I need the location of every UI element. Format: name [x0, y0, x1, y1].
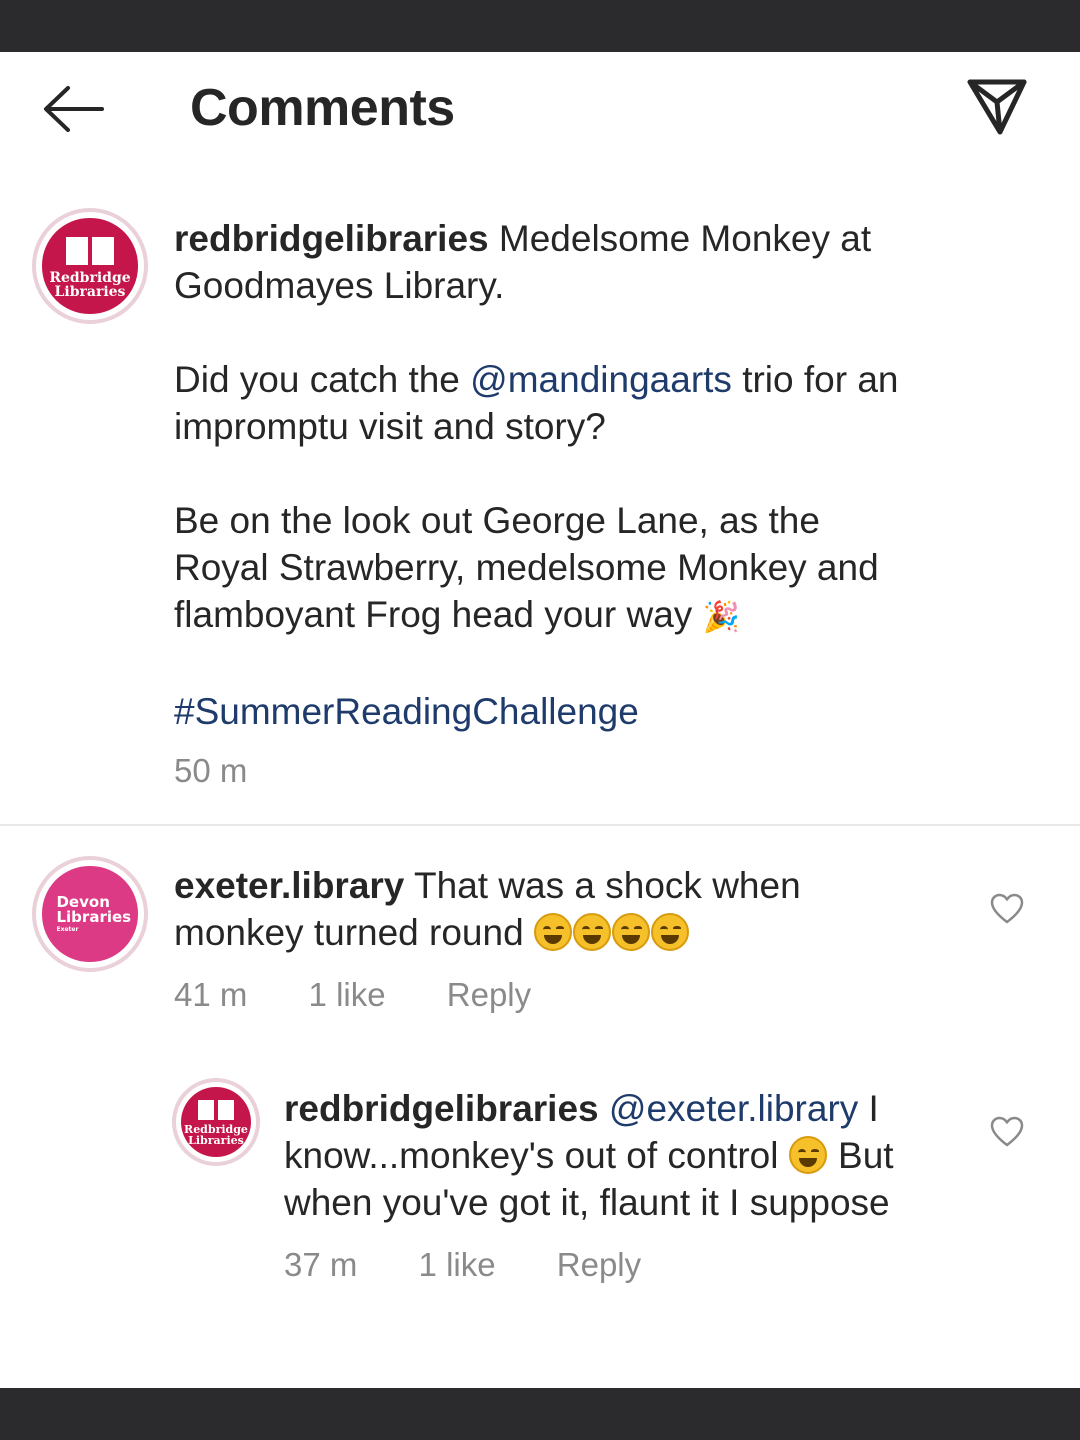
comment-text: exeter.library That was a shock when mon… — [174, 862, 954, 956]
timestamp: 41 m — [174, 976, 248, 1013]
caption-line: Goodmayes Library. — [174, 265, 505, 306]
comment-line: monkey turned round — [174, 912, 524, 953]
page-title: Comments — [190, 79, 455, 137]
laughing-face-icon — [788, 1136, 827, 1174]
grinning-face-icon — [572, 913, 611, 951]
mention-link[interactable]: @exeter.library — [609, 1088, 858, 1129]
username[interactable]: exeter.library — [174, 865, 404, 906]
timestamp: 50 m — [174, 752, 248, 789]
grinning-face-icon — [650, 913, 689, 951]
avatar[interactable]: Redbridge Libraries — [32, 208, 148, 324]
comment-line: But — [838, 1135, 894, 1176]
comment-line: when you've got it, flaunt it I suppose — [284, 1182, 890, 1223]
status-bar — [0, 0, 1080, 52]
comment-text: redbridgelibraries @exeter.library I kno… — [284, 1085, 974, 1226]
book-icon — [66, 236, 114, 265]
username[interactable]: redbridgelibraries — [284, 1088, 599, 1129]
caption-meta: 50 m — [174, 752, 247, 790]
party-popper-icon: 🎉 — [702, 601, 740, 634]
reply-button[interactable]: Reply — [557, 1246, 641, 1284]
caption-text: redbridgelibraries Medelsome Monkey at G… — [174, 215, 1034, 735]
heart-icon[interactable] — [990, 1116, 1024, 1148]
heart-icon[interactable] — [990, 893, 1024, 925]
mention-link[interactable]: @mandingaarts — [470, 359, 732, 400]
caption-line: impromptu visit and story? — [174, 406, 606, 447]
avatar-label: Redbridge — [49, 269, 131, 286]
grinning-face-icon — [533, 913, 572, 951]
avatar-label: Libraries — [54, 283, 126, 300]
avatar-label: Libraries — [188, 1133, 244, 1147]
timestamp: 37 m — [284, 1246, 358, 1283]
comment-line: I — [858, 1088, 879, 1129]
navigation-bar — [0, 1388, 1080, 1440]
divider — [0, 824, 1080, 826]
caption-line: Medelsome Monkey at — [498, 218, 872, 259]
like-count[interactable]: 1 like — [419, 1246, 496, 1284]
like-count[interactable]: 1 like — [309, 976, 386, 1014]
avatar-label: Libraries — [56, 908, 132, 926]
paper-plane-icon[interactable] — [966, 76, 1028, 138]
arrow-left-icon[interactable] — [40, 82, 106, 136]
avatar[interactable]: Redbridge Libraries — [172, 1078, 260, 1166]
comment-line: That was a shock when — [414, 865, 801, 906]
book-icon — [197, 1099, 234, 1120]
caption-line: Royal Strawberry, medelsome Monkey and — [174, 547, 879, 588]
caption-line: flamboyant Frog head your way — [174, 594, 693, 635]
comment-meta: 37 m 1 like Reply — [284, 1246, 641, 1284]
avatar-label: Exeter — [56, 926, 79, 933]
hashtag-link[interactable]: #SummerReadingChallenge — [174, 688, 1034, 735]
reply-button[interactable]: Reply — [447, 976, 531, 1014]
comment-line: know...monkey's out of control — [284, 1135, 779, 1176]
grinning-face-icon — [611, 913, 650, 951]
caption-line: trio for an — [731, 359, 899, 400]
caption-line: Did you catch the — [174, 359, 471, 400]
comment-meta: 41 m 1 like Reply — [174, 976, 531, 1014]
avatar[interactable]: Devon Libraries Exeter — [32, 856, 148, 972]
header: Comments — [0, 52, 1080, 162]
username[interactable]: redbridgelibraries — [174, 218, 489, 259]
caption-line: Be on the look out George Lane, as the — [174, 500, 820, 541]
